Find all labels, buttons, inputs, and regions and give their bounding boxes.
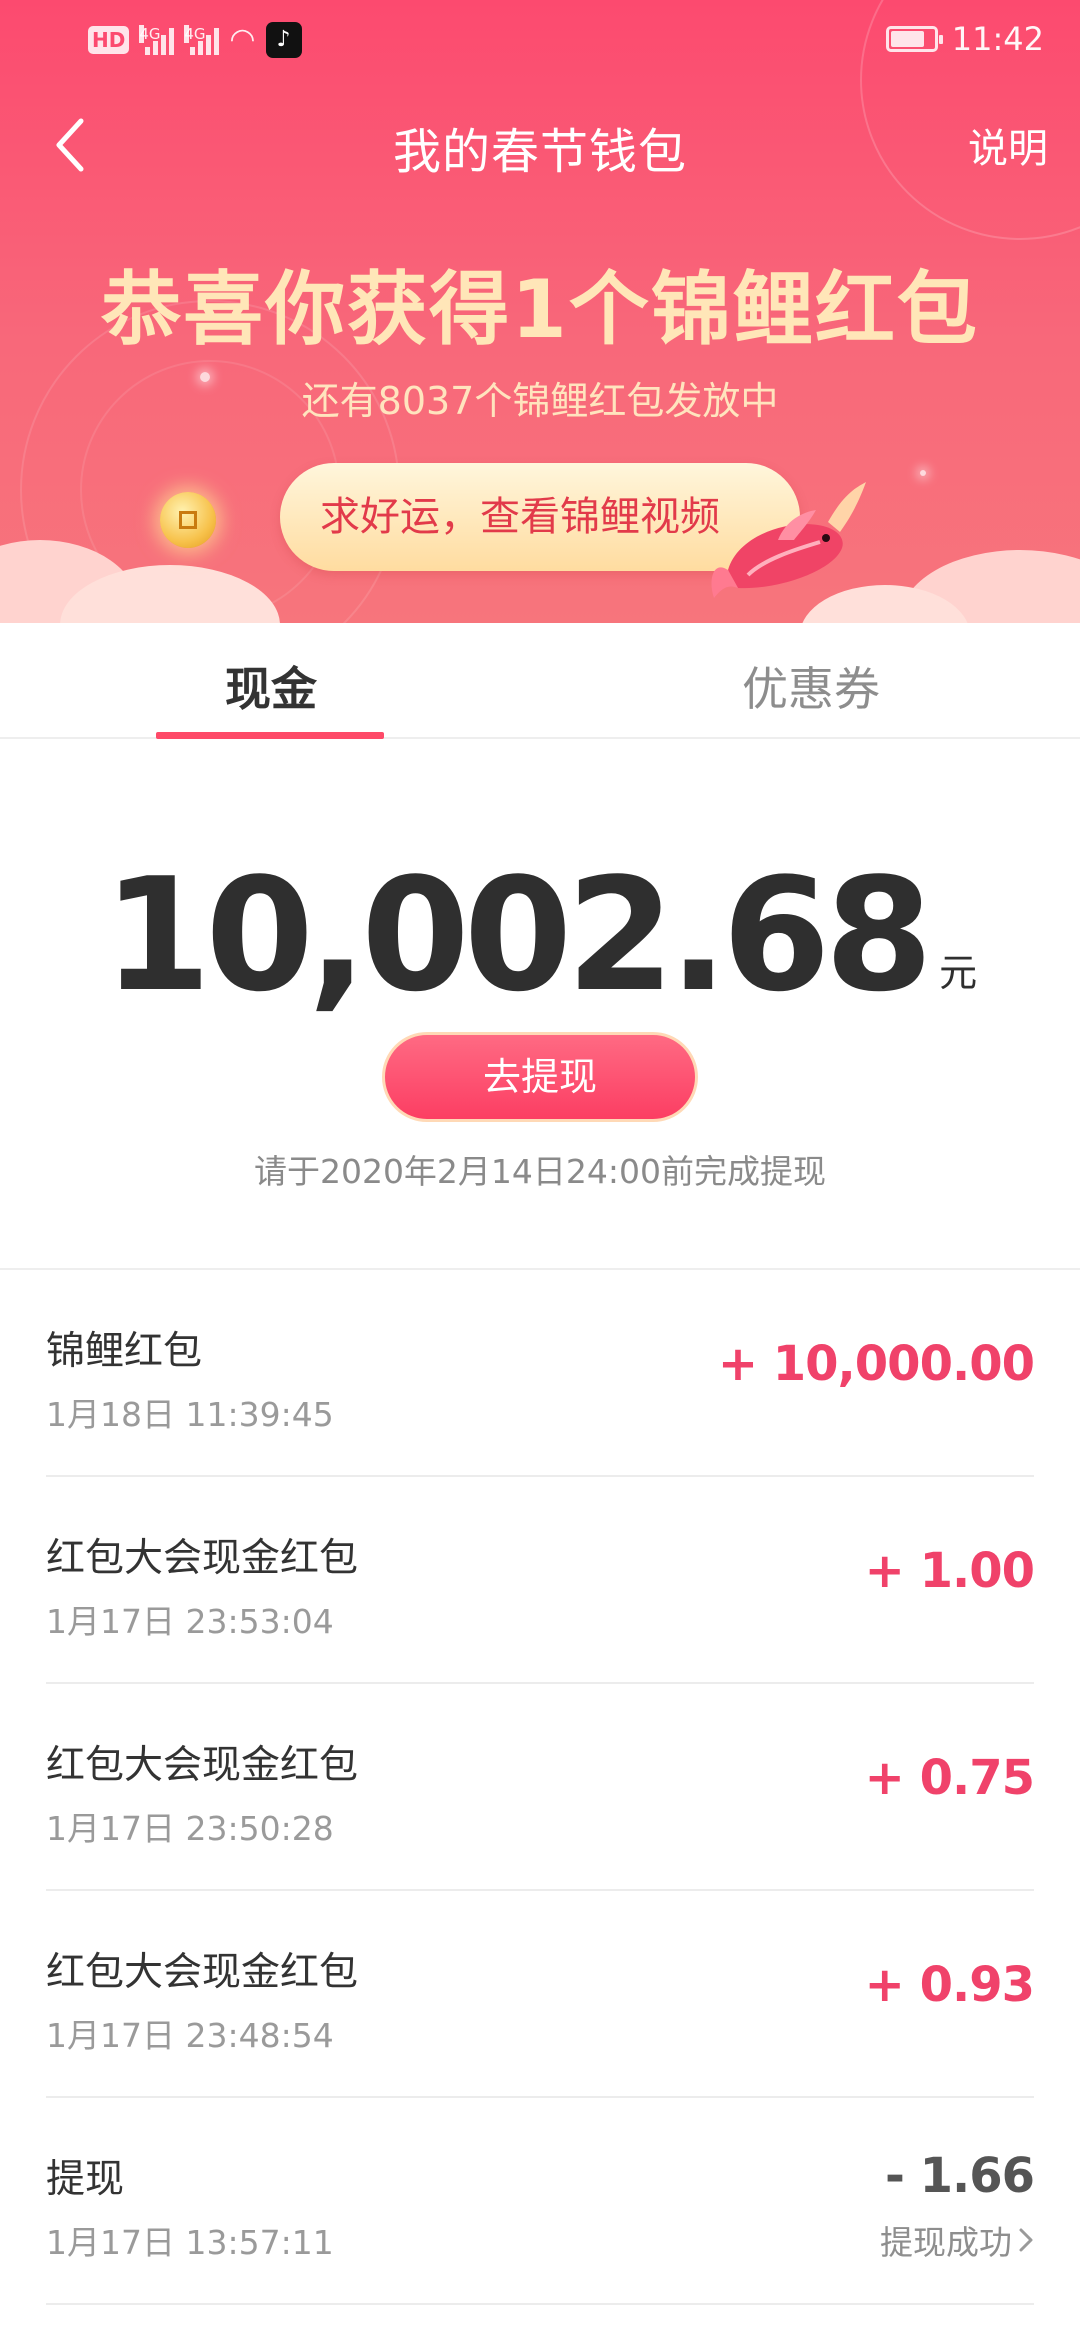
tab-cash[interactable]: 现金: [225, 653, 317, 719]
wifi-icon: ◠: [229, 22, 256, 57]
balance-display: 10,002.68 元: [0, 845, 1080, 1015]
transaction-list: 锦鲤红包 1月18日 11:39:45 + 10,000.00 红包大会现金红包…: [0, 1270, 1080, 2305]
transaction-amount: + 10,000.00: [717, 1336, 1035, 1392]
active-tab-indicator: [156, 732, 384, 739]
transaction-amount: + 0.75: [864, 1750, 1035, 1806]
transaction-time: 1月17日 23:50:28: [46, 1809, 334, 1848]
koi-fish-icon: [711, 482, 866, 598]
nav-bar: 我的春节钱包 说明: [0, 100, 1080, 190]
signal-icon: 4G: [184, 25, 220, 55]
transaction-time: 1月17日 23:53:04: [46, 1602, 334, 1641]
withdraw-button[interactable]: 去提现: [382, 1032, 698, 1122]
transaction-time: 1月17日 23:48:54: [46, 2016, 334, 2055]
battery-icon: [885, 26, 943, 52]
tiktok-icon: ♪: [265, 22, 302, 58]
remaining-count-text: 还有8037个锦鲤红包发放中: [301, 379, 779, 423]
transaction-amount: + 1.00: [864, 1543, 1035, 1599]
status-time: 11:42: [951, 20, 1044, 58]
sparkle-icon: [920, 470, 926, 476]
congrats-headline: 恭喜你获得1个锦鲤红包: [101, 263, 979, 356]
tab-bar: 现金 优惠券: [0, 623, 1080, 739]
chevron-right-icon: [1019, 2228, 1033, 2252]
transaction-row[interactable]: 锦鲤红包 1月18日 11:39:45 + 10,000.00: [46, 1270, 1035, 1477]
signal-icon: 4G: [139, 25, 175, 55]
page-title: 我的春节钱包: [392, 124, 687, 180]
transaction-title: 提现: [46, 2157, 125, 2202]
transaction-time: 1月17日 13:57:11: [46, 2223, 334, 2262]
withdraw-status-label: 提现成功: [880, 2223, 1012, 2262]
hd-icon: HD: [88, 26, 130, 54]
transaction-amount: + 0.93: [864, 1957, 1035, 2013]
tab-coupons[interactable]: 优惠券: [742, 653, 880, 719]
transaction-row[interactable]: 红包大会现金红包 1月17日 23:48:54 + 0.93: [46, 1891, 1035, 2098]
header-banner: HD 4G 4G ◠ ♪ 11:42 我的春节钱包 说明 恭喜你获得1个锦鲤红包…: [0, 0, 1080, 623]
coin-icon: [160, 492, 216, 548]
withdraw-deadline-note: 请于2020年2月14日24:00前完成提现: [253, 1152, 827, 1191]
transaction-title: 红包大会现金红包: [46, 1536, 359, 1581]
balance-unit: 元: [939, 951, 978, 995]
transaction-amount: - 1.66: [884, 2148, 1035, 2204]
status-bar: HD 4G 4G ◠ ♪ 11:42: [0, 0, 1080, 80]
transaction-row[interactable]: 提现 1月17日 13:57:11 - 1.66 提现成功: [46, 2098, 1035, 2305]
transaction-title: 红包大会现金红包: [46, 1950, 359, 1995]
transaction-row[interactable]: 红包大会现金红包 1月17日 23:53:04 + 1.00: [46, 1477, 1035, 1684]
help-link[interactable]: 说明: [968, 116, 1048, 174]
transaction-row[interactable]: 红包大会现金红包 1月17日 23:50:28 + 0.75: [46, 1684, 1035, 1891]
withdraw-status-link[interactable]: 提现成功: [880, 2216, 1034, 2264]
balance-amount: 10,002.68: [102, 844, 933, 1026]
transaction-time: 1月18日 11:39:45: [46, 1395, 334, 1434]
transaction-title: 红包大会现金红包: [46, 1743, 359, 1788]
transaction-title: 锦鲤红包: [46, 1329, 203, 1374]
